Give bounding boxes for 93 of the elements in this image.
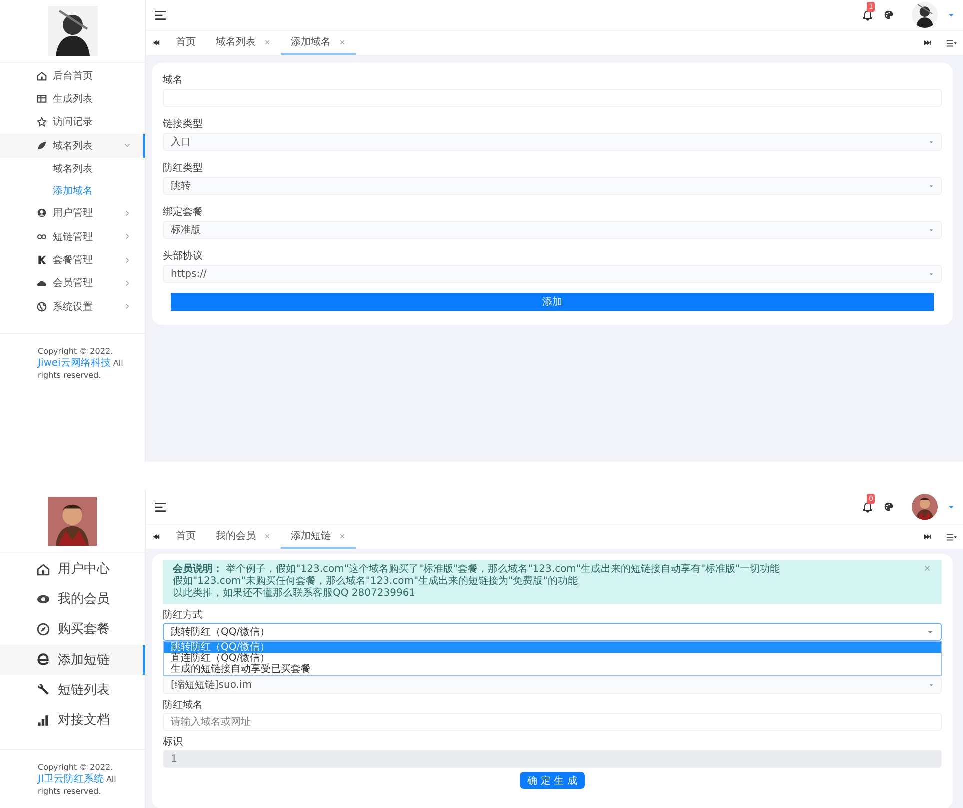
chevron-right-icon xyxy=(124,233,131,240)
avatar xyxy=(48,6,98,56)
sidebar-item[interactable]: 套餐管理 xyxy=(0,248,145,272)
field-label: 防红方式 xyxy=(163,608,204,621)
cloud-icon xyxy=(37,278,47,288)
tab[interactable]: 我的会员 xyxy=(206,525,281,549)
submenu-item[interactable]: 域名列表 xyxy=(0,158,145,180)
caret-icon xyxy=(929,140,934,144)
select-field[interactable]: 跳转防红（QQ/微信） xyxy=(163,623,942,641)
caret-icon xyxy=(929,682,934,688)
bell-icon[interactable] xyxy=(862,9,874,21)
sidebar-item[interactable]: 短链列表 xyxy=(0,674,145,705)
chevron-down-icon xyxy=(124,142,131,150)
dropdown-option[interactable]: 生成的短链接自动享受已买套餐 xyxy=(164,664,941,675)
chevron-right-icon xyxy=(124,280,131,287)
link-icon xyxy=(37,232,47,242)
menu-icon[interactable] xyxy=(154,8,167,22)
sidebar-item[interactable]: 我的会员 xyxy=(0,584,145,614)
sidebar-item[interactable]: 会员管理 xyxy=(0,272,145,296)
tab[interactable]: 首页 xyxy=(166,31,206,55)
select-field[interactable]: https:// xyxy=(163,265,942,283)
sidebar-item[interactable]: 对接文档 xyxy=(0,704,145,736)
palette-icon[interactable] xyxy=(884,10,894,20)
select-field[interactable]: 标准版 xyxy=(163,221,942,239)
sidebar-item[interactable]: 短链管理 xyxy=(0,224,145,248)
submit-button[interactable]: 确 定 生 成 xyxy=(520,772,586,789)
sidebar-item[interactable]: 访问记录 xyxy=(0,110,145,134)
sidebar-item[interactable]: 后台首页 xyxy=(0,64,145,88)
field-label: 防红类型 xyxy=(163,162,204,174)
select-field[interactable]: 跳转 xyxy=(163,177,942,195)
add-button[interactable]: 添加 xyxy=(171,293,934,311)
sidebar-item[interactable]: 用户管理 xyxy=(0,202,145,225)
close-icon[interactable] xyxy=(264,532,271,540)
home-icon xyxy=(37,562,50,576)
close-icon[interactable] xyxy=(264,38,271,46)
field-label: 防红域名 xyxy=(163,698,204,711)
wrench-icon xyxy=(37,683,50,696)
list-icon[interactable] xyxy=(946,532,957,542)
caret-icon xyxy=(929,272,934,276)
home-icon xyxy=(37,70,47,81)
bell-icon[interactable] xyxy=(862,501,874,513)
field-label: 链接类型 xyxy=(163,118,204,130)
palette-icon[interactable] xyxy=(884,502,894,512)
table-icon xyxy=(37,94,47,104)
avatar[interactable] xyxy=(912,494,938,520)
skip-forward-icon[interactable] xyxy=(924,39,932,47)
close-icon[interactable] xyxy=(339,532,346,540)
caret-icon xyxy=(929,228,934,232)
input-field[interactable]: 请输入域名或网址 xyxy=(163,713,942,731)
alert-text: 会员说明： 举个例子，假如"123.com"这个域名购买了"标准版"套餐，那么域名"123.com"生成出来的短链接自动享有"标准版"一切功能 xyxy=(173,564,782,576)
eye-icon xyxy=(37,592,50,606)
alert-text: 以此类推，如果还不懂那么联系客服QQ 2807239961 xyxy=(173,588,417,600)
caret-icon xyxy=(927,628,934,636)
field-label: 域名 xyxy=(163,74,184,86)
leaf-icon xyxy=(37,140,47,151)
bar-chart-icon xyxy=(37,714,50,727)
tab[interactable]: 添加短链 xyxy=(281,525,356,549)
select-field[interactable]: [缩短短链]suo.im xyxy=(163,676,942,694)
tab[interactable]: 首页 xyxy=(166,525,206,549)
sidebar-item[interactable]: 添加短链 xyxy=(0,644,145,675)
sidebar-item[interactable]: 系统设置 xyxy=(0,295,145,319)
skip-back-icon[interactable] xyxy=(152,533,160,541)
field-label: 头部协议 xyxy=(163,250,204,262)
star-icon xyxy=(37,117,47,128)
select-field[interactable]: 入口 xyxy=(163,133,942,151)
sidebar-item[interactable]: 用户中心 xyxy=(0,554,145,584)
compass-icon xyxy=(37,622,50,636)
close-icon[interactable] xyxy=(339,38,346,46)
caret-icon xyxy=(929,184,934,188)
skip-back-icon[interactable] xyxy=(152,39,160,47)
chevron-right-icon xyxy=(124,210,131,217)
menu-icon[interactable] xyxy=(154,500,167,514)
caret-down-icon[interactable] xyxy=(948,504,955,510)
sidebar-item[interactable]: 购买套餐 xyxy=(0,614,145,645)
tab[interactable]: 添加域名 xyxy=(281,31,356,55)
list-icon[interactable] xyxy=(946,38,957,48)
dropdown-option[interactable]: 直连防红（QQ/微信） xyxy=(164,653,941,664)
chevron-right-icon xyxy=(124,256,131,264)
avatar xyxy=(48,496,97,546)
sidebar-item[interactable]: 生成列表 xyxy=(0,87,145,111)
chevron-right-icon xyxy=(124,303,131,310)
globe-icon xyxy=(37,302,47,312)
caret-down-icon[interactable] xyxy=(948,12,955,18)
field-label: 绑定套餐 xyxy=(163,206,204,218)
copyright-text: Copyright © 2022. JI卫云防红系统 All rights reserved. xyxy=(0,749,145,798)
field-label: 标识 xyxy=(163,736,184,748)
copyright-text: Copyright © 2022. Jiwei云网络科技 All rights reserved. xyxy=(0,332,145,382)
tab[interactable]: 域名列表 xyxy=(206,31,281,55)
skip-forward-icon[interactable] xyxy=(924,533,932,541)
user-icon xyxy=(37,208,47,218)
sidebar-item[interactable]: 域名列表 xyxy=(0,134,145,158)
avatar[interactable] xyxy=(912,2,938,28)
alert-text: 假如"123.com"未购买任何套餐，那么域名"123.com"生成出来的短链接为"免费版"的功能 xyxy=(173,576,579,588)
